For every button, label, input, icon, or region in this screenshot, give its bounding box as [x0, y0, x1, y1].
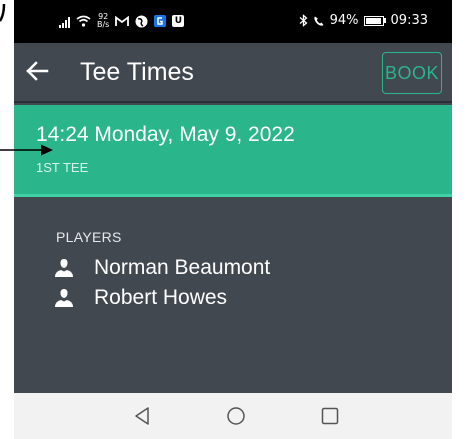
nav-back-icon[interactable]: [133, 406, 153, 426]
battery-percent: 94%: [329, 13, 359, 28]
annotation-curve: [0, 3, 6, 22]
tee-time-banner: 14:24 Monday, May 9, 2022 1ST TEE: [14, 105, 452, 197]
status-time: 09:33: [390, 13, 428, 28]
person-icon: [55, 289, 73, 307]
person-icon: [55, 259, 73, 277]
player-row: Norman Beaumont: [54, 253, 270, 283]
status-left: 92 B/s U: [59, 13, 185, 29]
nav-home-icon[interactable]: [226, 406, 246, 426]
battery-icon: [363, 15, 386, 26]
globe-icon: [135, 15, 148, 27]
system-nav-bar: [14, 393, 452, 439]
nav-recents-icon[interactable]: [320, 406, 340, 426]
bluetooth-icon: [299, 14, 308, 27]
book-button[interactable]: BOOK: [382, 52, 442, 94]
player-name: Robert Howes: [94, 286, 228, 309]
back-arrow-icon[interactable]: [22, 56, 52, 86]
tee-time-datetime: 14:24 Monday, May 9, 2022: [36, 123, 295, 146]
page-title: Tee Times: [80, 58, 194, 86]
player-row: Robert Howes: [54, 283, 227, 313]
phone-screen: 92 B/s U 94% 09:33 Tee Times BOOK 14:24 …: [14, 0, 452, 393]
phone-call-icon: [313, 16, 324, 26]
status-bar: 92 B/s U 94% 09:33: [14, 0, 452, 43]
app-icon-blue: [154, 15, 167, 27]
players-section: PLAYERS Norman Beaumont Robert Howes: [14, 197, 452, 393]
network-speed-unit: B/s: [97, 20, 110, 29]
app-icon-u: U: [172, 15, 185, 27]
wifi-icon: [76, 15, 91, 27]
gmail-icon: [115, 15, 130, 26]
players-heading: PLAYERS: [56, 229, 122, 245]
status-right: 94% 09:33: [299, 13, 428, 28]
network-speed: 92 B/s: [97, 13, 109, 29]
tee-time-course: 1ST TEE: [36, 160, 89, 175]
app-bar: Tee Times BOOK: [14, 43, 452, 103]
cellular-signal-icon: [59, 15, 70, 28]
player-name: Norman Beaumont: [94, 256, 271, 279]
